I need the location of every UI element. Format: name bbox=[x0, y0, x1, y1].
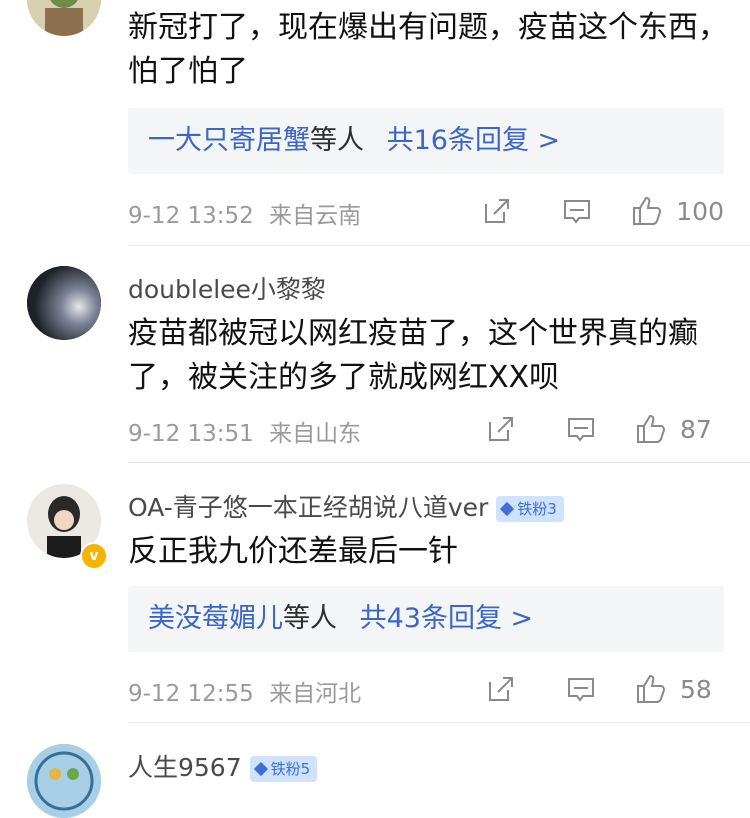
author-name-text[interactable]: 人生9567 bbox=[128, 753, 242, 782]
reply-summary[interactable]: 一大只寄居蟹等人 共16条回复 > bbox=[128, 108, 724, 174]
divider bbox=[128, 462, 750, 463]
reply-count[interactable]: 共43条回复 > bbox=[360, 603, 534, 634]
comment-time: 9-12 12:55 bbox=[128, 681, 254, 707]
comment-text: 疫苗都被冠以网红疫苗了，这个世界真的癫了，被关注的多了就成网红XX呗 bbox=[128, 316, 698, 395]
comment-meta: 9-12 13:52 来自云南 bbox=[128, 196, 361, 230]
comment-actions: 100 bbox=[480, 194, 724, 228]
share-icon[interactable] bbox=[484, 412, 518, 446]
comment-meta: 9-12 12:55 来自河北 bbox=[128, 674, 361, 708]
comment-text: 新冠打了，现在爆出有问题，疫苗这个东西，怕了怕了 bbox=[128, 10, 728, 89]
like-count: 58 bbox=[680, 674, 712, 704]
fan-badge-label: 铁粉5 bbox=[270, 760, 311, 778]
like-count: 87 bbox=[680, 414, 712, 444]
reply-suffix: 等人 bbox=[310, 125, 364, 156]
avatar[interactable] bbox=[27, 744, 101, 818]
thumbs-up-icon[interactable] bbox=[634, 672, 668, 706]
comment-location: 来自云南 bbox=[269, 203, 362, 229]
comment-meta: 9-12 13:51 来自山东 bbox=[128, 414, 361, 448]
fan-badge-label: 铁粉3 bbox=[517, 500, 557, 518]
comment-actions: 58 bbox=[484, 672, 724, 706]
author-name[interactable]: doublelee小黎黎 bbox=[128, 270, 326, 306]
comment-icon[interactable] bbox=[560, 194, 594, 228]
fan-badge: 铁粉3 bbox=[496, 496, 564, 522]
reply-summary[interactable]: 美没莓媚儿等人 共43条回复 > bbox=[128, 586, 724, 652]
fan-badge: 铁粉5 bbox=[249, 756, 318, 782]
comment-location: 来自河北 bbox=[269, 681, 362, 707]
share-icon[interactable] bbox=[480, 194, 514, 228]
author-name[interactable]: 人生9567 铁粉5 bbox=[128, 748, 318, 784]
diamond-icon bbox=[500, 501, 515, 516]
comment-icon[interactable] bbox=[564, 672, 598, 706]
reply-users[interactable]: 美没莓媚儿 bbox=[148, 603, 283, 634]
author-name[interactable]: OA-青子悠一本正经胡说八道ver 铁粉3 bbox=[128, 488, 564, 524]
reply-suffix: 等人 bbox=[283, 603, 337, 634]
reply-users[interactable]: 一大只寄居蟹 bbox=[148, 125, 310, 156]
comment-location: 来自山东 bbox=[269, 421, 362, 447]
like-count: 100 bbox=[676, 196, 724, 226]
avatar[interactable] bbox=[27, 266, 101, 340]
author-name-text[interactable]: OA-青子悠一本正经胡说八道ver bbox=[128, 493, 488, 522]
divider bbox=[128, 245, 750, 246]
divider bbox=[128, 722, 750, 723]
comment-text: 反正我九价还差最后一针 bbox=[128, 534, 458, 569]
verified-icon: v bbox=[80, 542, 108, 570]
reply-count[interactable]: 共16条回复 > bbox=[387, 125, 561, 156]
comment-icon[interactable] bbox=[564, 412, 598, 446]
avatar[interactable] bbox=[27, 0, 101, 36]
thumbs-up-icon[interactable] bbox=[634, 412, 668, 446]
comment-time: 9-12 13:51 bbox=[128, 421, 254, 447]
comment-time: 9-12 13:52 bbox=[128, 203, 254, 229]
comment-actions: 87 bbox=[484, 412, 724, 446]
share-icon[interactable] bbox=[484, 672, 518, 706]
thumbs-up-icon[interactable] bbox=[630, 194, 664, 228]
diamond-icon bbox=[253, 761, 268, 776]
